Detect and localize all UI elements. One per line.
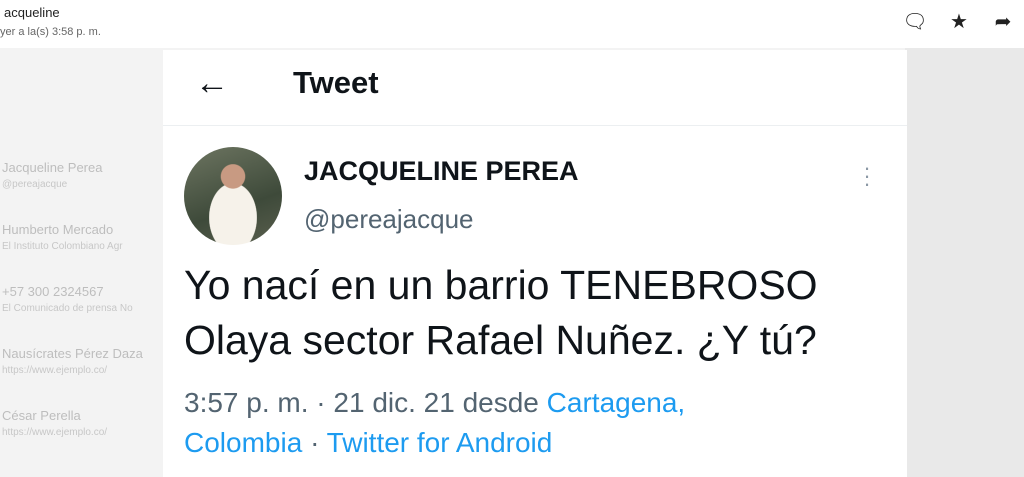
contact-subtitle: https://www.ejemplo.co/ [2,427,108,438]
tweet-text-line: Yo nací en un barrio TENEBROSO [184,262,818,308]
tweet-card: ← Tweet JACQUELINE PEREA @pereajacque · ·… [163,50,907,477]
location-link[interactable]: Cartagena, [547,387,686,418]
more-options-icon[interactable]: · · · [860,157,874,195]
contact-subtitle: El Comunicado de prensa No [2,303,133,314]
list-item[interactable]: Jacqueline Perea @pereajacque [0,160,170,190]
source-link[interactable]: Twitter for Android [327,427,553,458]
list-item[interactable]: César Perella https://www.ejemplo.co/ [0,408,170,438]
tweet-topbar: ← Tweet [163,50,907,126]
background-panel [905,48,1024,477]
contact-name: Jacqueline Perea [2,160,103,175]
author-name[interactable]: JACQUELINE PEREA [304,156,579,187]
email-header [0,0,1024,48]
list-item[interactable]: Nausícrates Pérez Daza https://www.ejemp… [0,346,170,376]
contact-name: +57 300 2324567 [2,284,104,299]
author-handle[interactable]: @pereajacque [304,204,474,235]
contact-subtitle: https://www.ejemplo.co/ [2,365,108,376]
meta-separator: · [310,427,320,458]
back-arrow-icon[interactable]: ← [195,58,229,108]
contact-subtitle: El Instituto Colombiano Agr [2,241,123,252]
email-timestamp: yer a la(s) 3:58 p. m. [0,26,101,38]
list-item[interactable]: +57 300 2324567 El Comunicado de prensa … [0,284,170,314]
contact-name: César Perella [2,408,81,423]
forward-icon[interactable]: ➦ [990,10,1016,34]
tweet-timestamp[interactable]: 3:57 p. m. · 21 dic. 21 desde [184,387,539,418]
tweet-text-line: Olaya sector Rafael Nuñez. ¿Y tú? [184,317,817,363]
email-sender: acqueline [4,5,60,20]
tweet-metadata: 3:57 p. m. · 21 dic. 21 desde Cartagena,… [184,383,884,463]
contact-name: Nausícrates Pérez Daza [2,346,143,361]
location-link[interactable]: Colombia [184,427,302,458]
contact-subtitle: @pereajacque [2,179,68,190]
contact-list: Jacqueline Perea @pereajacque Humberto M… [0,160,170,470]
email-actions: 🗨 ★ ➦ [902,10,1016,34]
star-icon[interactable]: ★ [946,10,972,34]
list-item[interactable]: Humberto Mercado El Instituto Colombiano… [0,222,170,252]
tweet-text: Yo nací en un barrio TENEBROSO Olaya sec… [184,258,884,368]
page-title: Tweet [293,65,379,100]
comment-icon[interactable]: 🗨 [902,10,928,34]
avatar[interactable] [184,147,282,245]
contact-name: Humberto Mercado [2,222,114,237]
